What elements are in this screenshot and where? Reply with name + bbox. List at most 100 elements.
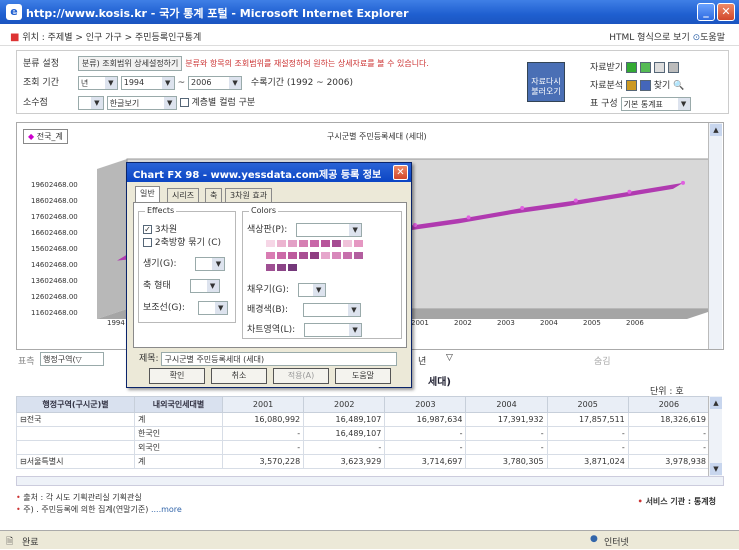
period-from-select[interactable]: 1994 ▼ bbox=[120, 75, 175, 90]
ok-button[interactable]: 확인 bbox=[149, 368, 205, 384]
color-swatch[interactable] bbox=[265, 251, 276, 260]
tab-3d-effects[interactable]: 3차원 효과 bbox=[225, 188, 273, 202]
category-detail-button[interactable]: 분류) 조회범위 상세설정하기 bbox=[77, 56, 183, 71]
year-header[interactable]: 2001 bbox=[221, 396, 305, 413]
year-header[interactable]: 2004 bbox=[465, 396, 548, 413]
year-header[interactable]: 2003 bbox=[384, 396, 467, 413]
palette-select[interactable]: ▼ bbox=[296, 222, 363, 237]
2axis-checkbox[interactable] bbox=[143, 238, 152, 247]
value-cell: 17,391,932 bbox=[465, 412, 548, 427]
x-tick-label: 2002 bbox=[454, 319, 472, 327]
type-header[interactable]: 내외국인세대별 bbox=[134, 396, 223, 413]
row-axis-label: 표측 bbox=[18, 357, 35, 367]
minimize-button[interactable]: _ bbox=[697, 3, 715, 21]
language-select[interactable]: 한글보기 ▼ bbox=[106, 95, 177, 110]
color-swatch[interactable] bbox=[265, 239, 276, 248]
shape-select[interactable]: ▼ bbox=[195, 256, 226, 271]
color-swatch[interactable] bbox=[320, 251, 331, 260]
period-type-select[interactable]: 년 ▼ bbox=[77, 75, 118, 90]
color-swatch[interactable] bbox=[298, 239, 309, 248]
excel-icon[interactable] bbox=[626, 62, 637, 73]
tab-general[interactable]: 일반 bbox=[135, 186, 160, 203]
chart-title-input[interactable]: 구시군별 주민등록세대 (세대) bbox=[161, 351, 398, 366]
close-window-button[interactable]: ✕ bbox=[717, 3, 735, 21]
year-header[interactable]: 2006 bbox=[627, 396, 711, 413]
table-hscrollbar[interactable] bbox=[16, 476, 724, 486]
period-to-select[interactable]: 2006 ▼ bbox=[188, 75, 243, 90]
apply-button[interactable]: 적용(A) bbox=[273, 368, 329, 384]
table-layout-select[interactable]: 기본 통계표 ▼ bbox=[620, 96, 691, 111]
color-swatch[interactable] bbox=[331, 239, 342, 248]
axis-shape-select[interactable]: ▼ bbox=[189, 278, 220, 293]
fill-select[interactable]: ▼ bbox=[297, 282, 326, 297]
color-swatch[interactable] bbox=[309, 251, 320, 260]
text-file-icon[interactable] bbox=[653, 62, 665, 73]
grid-select[interactable]: ▼ bbox=[197, 300, 228, 315]
region-cell[interactable]: ⊟전국 bbox=[16, 412, 135, 427]
y-tick-label: 18602468.00 bbox=[31, 197, 78, 205]
print-icon[interactable] bbox=[667, 62, 679, 73]
category-note: 분류와 항목의 조회범위를 재설정하여 원하는 상세자료를 볼 수 있습니다. bbox=[185, 59, 429, 68]
color-swatch[interactable] bbox=[342, 251, 353, 260]
color-swatch[interactable] bbox=[331, 251, 342, 260]
color-swatch[interactable] bbox=[276, 239, 287, 248]
region-header[interactable]: 행정구역(구시군)별 bbox=[16, 396, 135, 413]
bg-color-select[interactable]: ▼ bbox=[302, 302, 361, 317]
reload-data-button[interactable]: 자료다시 불러오기 bbox=[527, 62, 565, 102]
color-swatch[interactable] bbox=[287, 239, 298, 248]
region-cell[interactable]: ⊟서울특별시 bbox=[16, 454, 135, 469]
more-link[interactable]: ....more bbox=[151, 505, 182, 514]
year-header[interactable]: 2002 bbox=[303, 396, 386, 413]
year-header[interactable]: 2005 bbox=[546, 396, 629, 413]
data-point bbox=[466, 215, 471, 220]
chart-scrollbar[interactable]: ▲ bbox=[708, 123, 722, 349]
value-cell: - bbox=[221, 426, 305, 441]
html-format-link[interactable]: HTML 형식으로 보기 bbox=[609, 33, 689, 43]
search-icon[interactable]: 🔍 bbox=[673, 81, 684, 91]
chart-legend[interactable]: ◆ 전국_계 bbox=[23, 129, 68, 144]
download-label[interactable]: 자료받기 bbox=[590, 63, 623, 73]
decimal-select[interactable]: ▼ bbox=[77, 95, 104, 110]
value-cell: 18,326,619 bbox=[627, 412, 711, 427]
color-swatch[interactable] bbox=[353, 251, 364, 260]
cancel-button[interactable]: 취소 bbox=[211, 368, 267, 384]
chart-icon[interactable] bbox=[626, 80, 637, 91]
color-swatch[interactable] bbox=[353, 239, 364, 248]
year-dim-arrow-icon[interactable]: ▽ bbox=[446, 353, 453, 363]
help-link[interactable]: 도움말 bbox=[700, 33, 725, 43]
table-scrollbar[interactable]: ▲ ▼ bbox=[708, 396, 722, 476]
color-swatch[interactable] bbox=[298, 251, 309, 260]
color-swatch[interactable] bbox=[342, 239, 353, 248]
y-tick-label: 15602468.00 bbox=[31, 245, 78, 253]
analysis-label[interactable]: 자료분석 bbox=[590, 81, 623, 91]
color-swatch[interactable] bbox=[265, 263, 276, 272]
tab-series[interactable]: 시리즈 bbox=[167, 188, 200, 202]
csv-icon[interactable] bbox=[639, 62, 651, 73]
region-cell[interactable] bbox=[16, 440, 135, 455]
search-label[interactable]: 찾기 bbox=[654, 81, 671, 91]
dimension-select[interactable]: 행정구역(▽ bbox=[40, 352, 104, 366]
color-palette-grid[interactable] bbox=[265, 239, 365, 275]
color-swatch[interactable] bbox=[287, 263, 298, 272]
color-swatch[interactable] bbox=[320, 239, 331, 248]
data-point bbox=[520, 206, 525, 211]
x-tick-label: 2001 bbox=[411, 319, 429, 327]
value-cell: - bbox=[627, 426, 711, 441]
year-dim-label[interactable]: 년 bbox=[418, 354, 426, 367]
table-row: 한국인 -16,489,107- - - - bbox=[16, 426, 711, 441]
tab-axis[interactable]: 축 bbox=[205, 188, 223, 202]
hide-label[interactable]: 숨김 bbox=[594, 354, 611, 367]
dialog-help-button[interactable]: 도움말 bbox=[335, 368, 391, 384]
value-cell: - bbox=[546, 426, 629, 441]
color-swatch[interactable] bbox=[276, 251, 287, 260]
breadcrumb: 위치 : 주제별 > 인구 가구 > 주민등록인구통계 bbox=[22, 33, 202, 43]
color-swatch[interactable] bbox=[287, 251, 298, 260]
color-swatch[interactable] bbox=[276, 263, 287, 272]
region-cell[interactable] bbox=[16, 426, 135, 441]
chart-area-select[interactable]: ▼ bbox=[304, 322, 363, 337]
map-icon[interactable] bbox=[639, 80, 651, 91]
3d-checkbox[interactable]: ✓ bbox=[143, 225, 152, 234]
dialog-close-button[interactable]: ✕ bbox=[393, 165, 408, 180]
color-swatch[interactable] bbox=[309, 239, 320, 248]
column-split-checkbox[interactable] bbox=[179, 98, 189, 107]
